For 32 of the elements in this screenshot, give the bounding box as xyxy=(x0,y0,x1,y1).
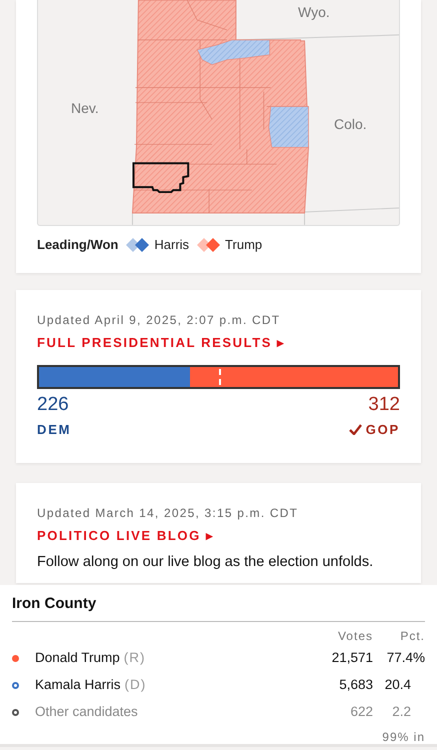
legend-label: Trump xyxy=(225,236,262,254)
legend-title: Leading/Won xyxy=(37,236,118,254)
state-label: Nev. xyxy=(71,99,99,118)
reporting-status: 99% in xyxy=(381,728,425,746)
party-tag: (R) xyxy=(124,648,146,668)
candidate-name: Kamala Harris xyxy=(35,676,121,694)
party-label: GOP xyxy=(366,420,400,439)
update-time: Updated April 9, 2025, 2:07 p.m. CDT xyxy=(37,312,282,329)
vote-percent: 2.2 xyxy=(391,702,412,721)
blog-link[interactable]: POLITICO LIVE BLOG ▸ xyxy=(37,526,215,546)
candidate-name: Donald Trump xyxy=(35,648,120,667)
results-link[interactable]: FULL PRESIDENTIAL RESULTS ▸ xyxy=(37,333,286,352)
party-label: DEM xyxy=(37,420,72,439)
vote-count: 5,683 xyxy=(338,676,373,694)
legend-label: Harris xyxy=(154,236,190,254)
candidate-name: Other candidates xyxy=(35,702,138,721)
column-header: Votes xyxy=(336,628,373,644)
electoral-votes: 312 xyxy=(367,395,400,416)
vote-count: 622 xyxy=(349,702,373,721)
selected-county-outline xyxy=(132,162,190,194)
county-name: Iron County xyxy=(12,593,425,622)
party-tag: (D) xyxy=(124,674,146,696)
electoral-votes: 226 xyxy=(37,395,70,416)
vote-percent: 20.4 xyxy=(384,676,412,694)
update-time: Updated March 14, 2025, 3:15 p.m. CDT xyxy=(37,505,300,522)
blog-description: Follow along on our live blog as the election unfolds. xyxy=(37,553,374,572)
state-label: Colo. xyxy=(334,115,367,134)
state-label: Wyo. xyxy=(298,3,330,22)
majority-line xyxy=(218,369,220,385)
column-header: Pct. xyxy=(399,628,425,644)
vote-percent: 77.4% xyxy=(386,648,425,667)
vote-count: 21,571 xyxy=(330,648,373,667)
